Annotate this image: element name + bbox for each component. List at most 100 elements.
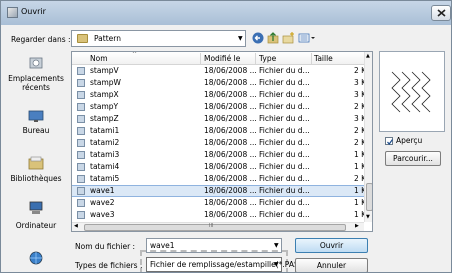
file-name: wave2 [90,198,115,207]
file-date: 18/06/2008 ... [204,66,257,75]
place-computer[interactable]: Ordinateur [4,201,68,233]
scroll-left-icon[interactable]: ◀ [74,223,78,229]
preview-checkbox[interactable] [385,137,393,145]
place-libraries[interactable]: Bibliothèques [4,156,68,186]
file-date: 18/06/2008 ... [204,174,257,183]
file-name: wave1 [90,186,115,195]
file-type: Fichier du d... [259,114,310,123]
place-computer-label: Ordinateur [15,221,57,230]
file-type: Fichier du d... [259,174,310,183]
chevron-down-icon[interactable]: ▼ [274,242,279,249]
file-date: 18/06/2008 ... [204,90,257,99]
file-icon [77,211,85,219]
network-icon [29,251,43,265]
file-type: Fichier du d... [259,162,310,171]
scroll-thumb[interactable] [366,183,372,211]
file-row[interactable]: stampZ 18/06/2008 ... Fichier du d... 3 K [72,114,366,124]
file-row[interactable]: wave3 18/06/2008 ... Fichier du d... 1 K [72,210,366,220]
file-row[interactable]: stampW 18/06/2008 ... Fichier du d... 3 K [72,78,366,88]
file-row[interactable]: tatami1 18/06/2008 ... Fichier du d... 2 K [72,126,366,136]
wave-pattern-preview [391,71,431,113]
file-list[interactable]: Nom ^ Modifié le Type Taille stampV 18/06… [71,51,373,232]
preview-checkbox-label[interactable]: Aperçu [396,136,422,145]
col-name[interactable]: Nom [90,54,108,63]
back-icon[interactable] [252,31,264,45]
file-row[interactable]: wave2 18/06/2008 ... Fichier du d... 1 K [72,198,366,208]
file-icon [77,127,85,135]
checkmark-icon [387,139,393,145]
col-type[interactable]: Type [259,54,276,63]
file-icon [77,163,85,171]
file-date: 18/06/2008 ... [204,198,257,207]
filetype-select[interactable]: Fichier de remplissage/estampille(*.PAS … [146,257,299,272]
file-type: Fichier du d... [259,198,310,207]
file-name: tatami1 [90,126,120,135]
libraries-icon [28,156,44,170]
preview-pane [379,51,445,132]
close-button[interactable] [431,5,451,21]
app-icon [7,7,18,18]
file-type: Fichier du d... [259,78,310,87]
file-row[interactable]: wave1 18/06/2008 ... Fichier du d... 1 K [72,185,366,197]
file-name: tatami5 [90,174,120,183]
view-menu-icon[interactable] [298,31,316,45]
col-size[interactable]: Taille [314,54,333,63]
file-name: stampZ [90,114,119,123]
filename-input[interactable]: wave1 [150,241,175,250]
file-type: Fichier du d... [259,126,310,135]
column-separator [255,53,256,64]
chevron-down-icon[interactable]: ▼ [238,35,243,42]
file-icon [77,187,85,195]
hscroll-thumb[interactable] [84,224,346,231]
place-desktop[interactable]: Bureau [4,109,68,137]
scroll-down-icon[interactable]: ▼ [366,214,370,220]
folder-icon [77,34,88,43]
look-in-value: Pattern [94,34,121,43]
file-date: 18/06/2008 ... [204,210,257,219]
file-icon [77,199,85,207]
file-row[interactable]: tatami3 18/06/2008 ... Fichier du d... 1 K [72,150,366,160]
file-date: 18/06/2008 ... [204,162,257,171]
new-folder-icon[interactable] [282,31,295,45]
col-modified[interactable]: Modifié le [204,54,240,63]
file-row[interactable]: stampY 18/06/2008 ... Fichier du d... 2 K [72,102,366,112]
look-in-combo[interactable]: Pattern ▼ [71,30,246,47]
file-icon [77,67,85,75]
open-button[interactable]: Ouvrir [295,238,368,253]
file-type: Fichier du d... [259,210,310,219]
chevron-down-icon[interactable]: ▼ [274,261,279,268]
file-row[interactable]: tatami2 18/06/2008 ... Fichier du d... 2 K [72,138,366,148]
computer-icon [29,201,43,214]
place-recent-label-line2: récents [22,83,50,92]
file-type: Fichier du d... [259,138,310,147]
file-icon [77,151,85,159]
file-row[interactable]: tatami5 18/06/2008 ... Fichier du d... 2 K [72,174,366,184]
file-type: Fichier du d... [259,66,310,75]
file-icon [77,115,85,123]
place-network[interactable] [4,251,68,269]
title-bar[interactable]: Ouvrir [1,1,451,25]
file-icon [77,103,85,111]
scroll-right-icon[interactable]: ▶ [355,223,359,229]
file-date: 18/06/2008 ... [204,114,257,123]
file-row[interactable]: tatami4 18/06/2008 ... Fichier du d... 1 K [72,162,366,172]
open-dialog: Ouvrir Regarder dans : Pattern ▼ Emplace… [0,0,452,273]
file-name: tatami4 [90,162,120,171]
file-icon [77,139,85,147]
place-recent-label-line1: Emplacements [8,74,64,83]
cancel-button[interactable]: Annuler [295,258,368,272]
scroll-up-icon[interactable]: ▲ [366,53,370,59]
up-folder-icon[interactable] [267,31,279,45]
horizontal-scrollbar[interactable]: ◀ III ▶ [72,222,364,231]
file-icon [77,175,85,183]
file-type: Fichier du d... [259,186,310,195]
vertical-scrollbar[interactable]: ▲ ▼ [364,52,372,222]
place-desktop-label: Bureau [22,126,50,135]
browse-button[interactable]: Parcourir... [385,151,441,166]
list-header: Nom ^ Modifié le Type Taille [72,52,364,65]
place-recent[interactable]: Emplacements récents [4,56,68,96]
look-in-label: Regarder dans : [11,35,71,44]
file-row[interactable]: stampX 18/06/2008 ... Fichier du d... 3 K [72,90,366,100]
column-separator [311,53,312,64]
file-row[interactable]: stampV 18/06/2008 ... Fichier du d... 2 K [72,66,366,76]
